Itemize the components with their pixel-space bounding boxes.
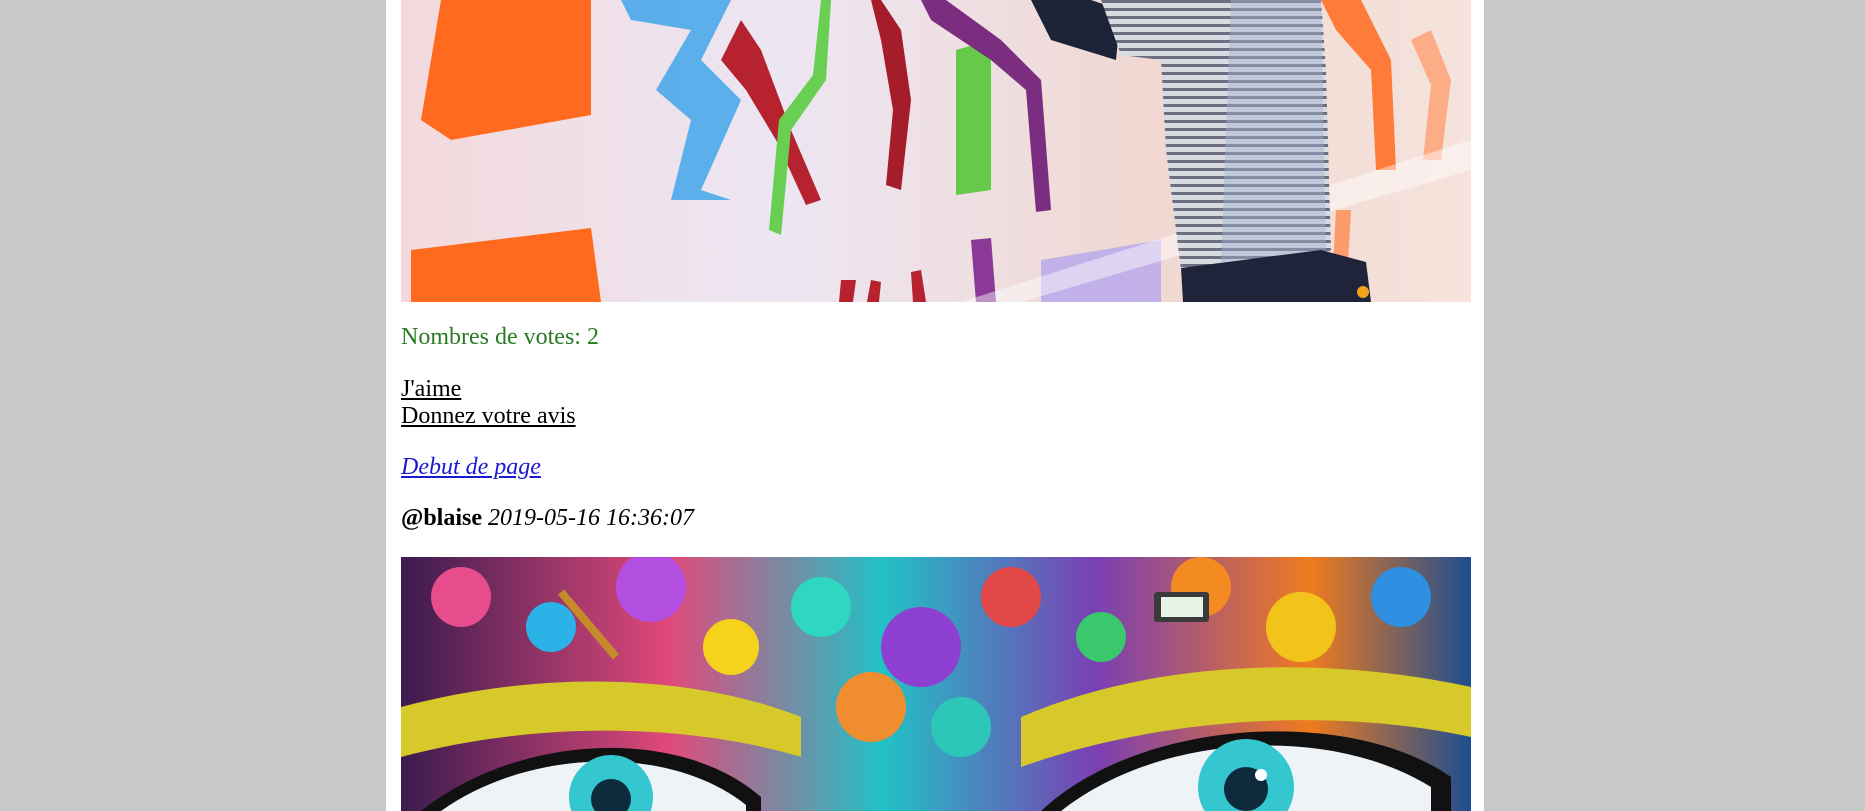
back-to-top-link[interactable]: Debut de page <box>401 454 541 481</box>
page-container: Nombres de votes: 2 J'aime Donnez votre … <box>386 0 1484 811</box>
like-link[interactable]: J'aime <box>401 376 461 403</box>
graffiti-eyes-illustration <box>401 557 1471 811</box>
votes-count: Nombres de votes: 2 <box>401 324 599 350</box>
post-header: @blaise 2019-05-16 16:36:07 <box>401 505 694 532</box>
post-image-graffiti-eyes <box>401 557 1471 811</box>
give-review-link[interactable]: Donnez votre avis <box>401 403 576 430</box>
mural-painting-illustration <box>401 0 1471 302</box>
post-date: 2019-05-16 16:36:07 <box>488 505 694 531</box>
post-image-mural-painting <box>401 0 1471 302</box>
post-author: @blaise <box>401 505 482 531</box>
